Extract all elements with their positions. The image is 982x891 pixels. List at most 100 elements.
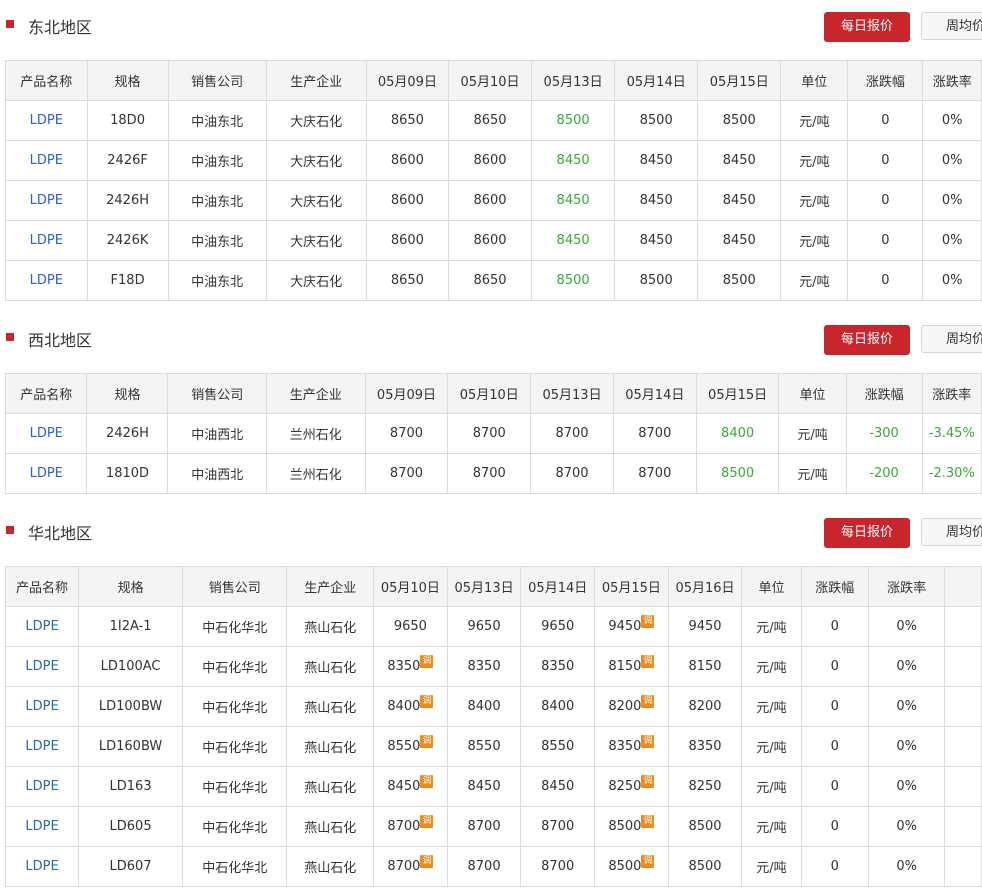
unit-cell: 元/吨	[741, 646, 802, 687]
header-cell: 涨跌率	[922, 60, 982, 101]
header-cell: 05月10日	[447, 373, 532, 414]
extra-cell	[944, 846, 982, 887]
change-cell: 0	[800, 646, 869, 687]
daily-quote-button[interactable]: 每日报价	[824, 12, 910, 42]
change-cell: -300	[845, 413, 923, 454]
header-cell: 规格	[78, 566, 184, 607]
header-cell: 05月14日	[612, 373, 697, 414]
rate-cell: 0%	[867, 726, 946, 767]
product-name-link[interactable]: LDPE	[5, 220, 88, 261]
rate-cell: -3.45%	[921, 413, 982, 454]
price-cell: 8700	[612, 453, 697, 494]
unit-cell: 元/吨	[778, 413, 847, 454]
section-header: 华北地区 每日报价 周均价	[0, 510, 982, 550]
price-value: 8250	[608, 779, 642, 794]
spec-cell: LD100BW	[78, 686, 184, 727]
price-value: 8150	[608, 659, 642, 674]
table-row: LDPE 1810D 中油西北 兰州石化 8700 8700 8700 8700…	[4, 453, 982, 494]
price-cell: 9450	[667, 606, 743, 647]
change-cell: 0	[847, 180, 924, 221]
unit-cell: 元/吨	[741, 806, 802, 847]
rate-cell: 0%	[867, 766, 946, 807]
seller-cell: 中油西北	[167, 413, 268, 454]
price-table: 产品名称 规格 销售公司 生产企业 05月10日 05月13日 05月14日 0…	[4, 566, 982, 887]
price-cell: 8500 调	[594, 806, 669, 847]
header-cell: 05月14日	[520, 566, 596, 607]
section-north-china: 华北地区 每日报价 周均价 产品名称 规格 销售公司 生产企业 05月10日 0…	[0, 510, 982, 887]
rate-cell: 0%	[922, 180, 982, 221]
seller-cell: 中油东北	[167, 140, 267, 181]
price-cell: 8450	[614, 180, 699, 221]
product-name-link[interactable]: LDPE	[5, 100, 88, 141]
unit-cell: 元/吨	[741, 766, 802, 807]
header-cell-extra	[944, 566, 982, 607]
price-cell: 9650	[446, 606, 522, 647]
product-name-link[interactable]: LDPE	[4, 686, 80, 727]
price-cell: 8150 调	[594, 646, 669, 687]
price-cell: 8600	[365, 180, 449, 221]
weekly-average-button[interactable]: 周均价	[921, 518, 982, 546]
extra-cell	[944, 726, 982, 767]
unit-cell: 元/吨	[741, 606, 802, 647]
header-cell: 销售公司	[182, 566, 288, 607]
product-name-link[interactable]: LDPE	[4, 726, 80, 767]
header-cell: 05月10日	[447, 60, 533, 101]
product-name-link[interactable]: LDPE	[4, 806, 80, 847]
header-cell: 05月15日	[697, 60, 782, 101]
seller-cell: 中石化华北	[182, 766, 288, 807]
price-cell: 8700 调	[373, 846, 448, 887]
price-cell: 8650	[447, 100, 533, 141]
product-name-link[interactable]: LDPE	[4, 453, 88, 494]
table-row: LDPE 2426H 中油西北 兰州石化 8700 8700 8700 8700…	[4, 413, 982, 454]
price-cell: 8600	[447, 140, 533, 181]
price-cell: 9650	[373, 606, 448, 647]
table-row: LDPE 18D0 中油东北 大庆石化 8650 8650 8500 8500 …	[5, 100, 982, 141]
daily-quote-button[interactable]: 每日报价	[824, 325, 910, 355]
table-header-row: 产品名称 规格 销售公司 生产企业 05月09日 05月10日 05月13日 0…	[4, 373, 982, 414]
price-cell: 8450	[697, 220, 782, 261]
product-name-link[interactable]: LDPE	[4, 606, 80, 647]
header-cell: 单位	[741, 566, 802, 607]
price-cell: 8450	[531, 180, 616, 221]
header-cell: 涨跌率	[867, 566, 946, 607]
price-cell: 8450	[531, 140, 616, 181]
product-name-link[interactable]: LDPE	[5, 140, 88, 181]
producer-cell: 燕山石化	[286, 606, 375, 647]
price-value: 8450	[387, 779, 421, 794]
price-value: 8200	[608, 699, 642, 714]
seller-cell: 中石化华北	[182, 846, 288, 887]
product-name-link[interactable]: LDPE	[4, 646, 80, 687]
weekly-average-button[interactable]: 周均价	[921, 325, 982, 353]
producer-cell: 燕山石化	[286, 686, 375, 727]
product-name-link[interactable]: LDPE	[5, 180, 88, 221]
price-cell: 9650	[520, 606, 596, 647]
product-name-link[interactable]: LDPE	[4, 766, 80, 807]
change-cell: -200	[845, 453, 923, 494]
price-cell: 8500	[667, 806, 743, 847]
product-name-link[interactable]: LDPE	[4, 413, 88, 454]
header-cell: 产品名称	[4, 566, 80, 607]
seller-cell: 中石化华北	[182, 606, 288, 647]
section-header: 西北地区 每日报价 周均价	[0, 317, 982, 357]
unit-cell: 元/吨	[741, 686, 802, 727]
product-name-link[interactable]: LDPE	[4, 846, 80, 887]
change-cell: 0	[800, 686, 869, 727]
rate-cell: 0%	[867, 606, 946, 647]
weekly-average-button[interactable]: 周均价	[921, 12, 982, 40]
table-row: LDPE 2426H 中油东北 大庆石化 8600 8600 8450 8450…	[5, 180, 982, 221]
daily-quote-button[interactable]: 每日报价	[824, 518, 910, 548]
price-cell: 8350	[520, 646, 596, 687]
seller-cell: 中油东北	[167, 220, 267, 261]
change-cell: 0	[847, 260, 924, 301]
rate-cell: 0%	[922, 260, 982, 301]
price-cell: 8700	[612, 413, 697, 454]
section-title: 东北地区	[28, 18, 93, 37]
header-cell: 05月10日	[373, 566, 448, 607]
table-row: LDPE LD100AC 中石化华北 燕山石化 8350 调 8350 8350 …	[4, 646, 982, 687]
price-cell: 8500 调	[594, 846, 669, 887]
price-value: 9450	[608, 619, 642, 634]
price-table: 产品名称 规格 销售公司 生产企业 05月09日 05月10日 05月13日 0…	[5, 60, 982, 301]
spec-cell: LD100AC	[78, 646, 184, 687]
product-name-link[interactable]: LDPE	[5, 260, 88, 301]
price-cell: 8550 调	[373, 726, 448, 767]
